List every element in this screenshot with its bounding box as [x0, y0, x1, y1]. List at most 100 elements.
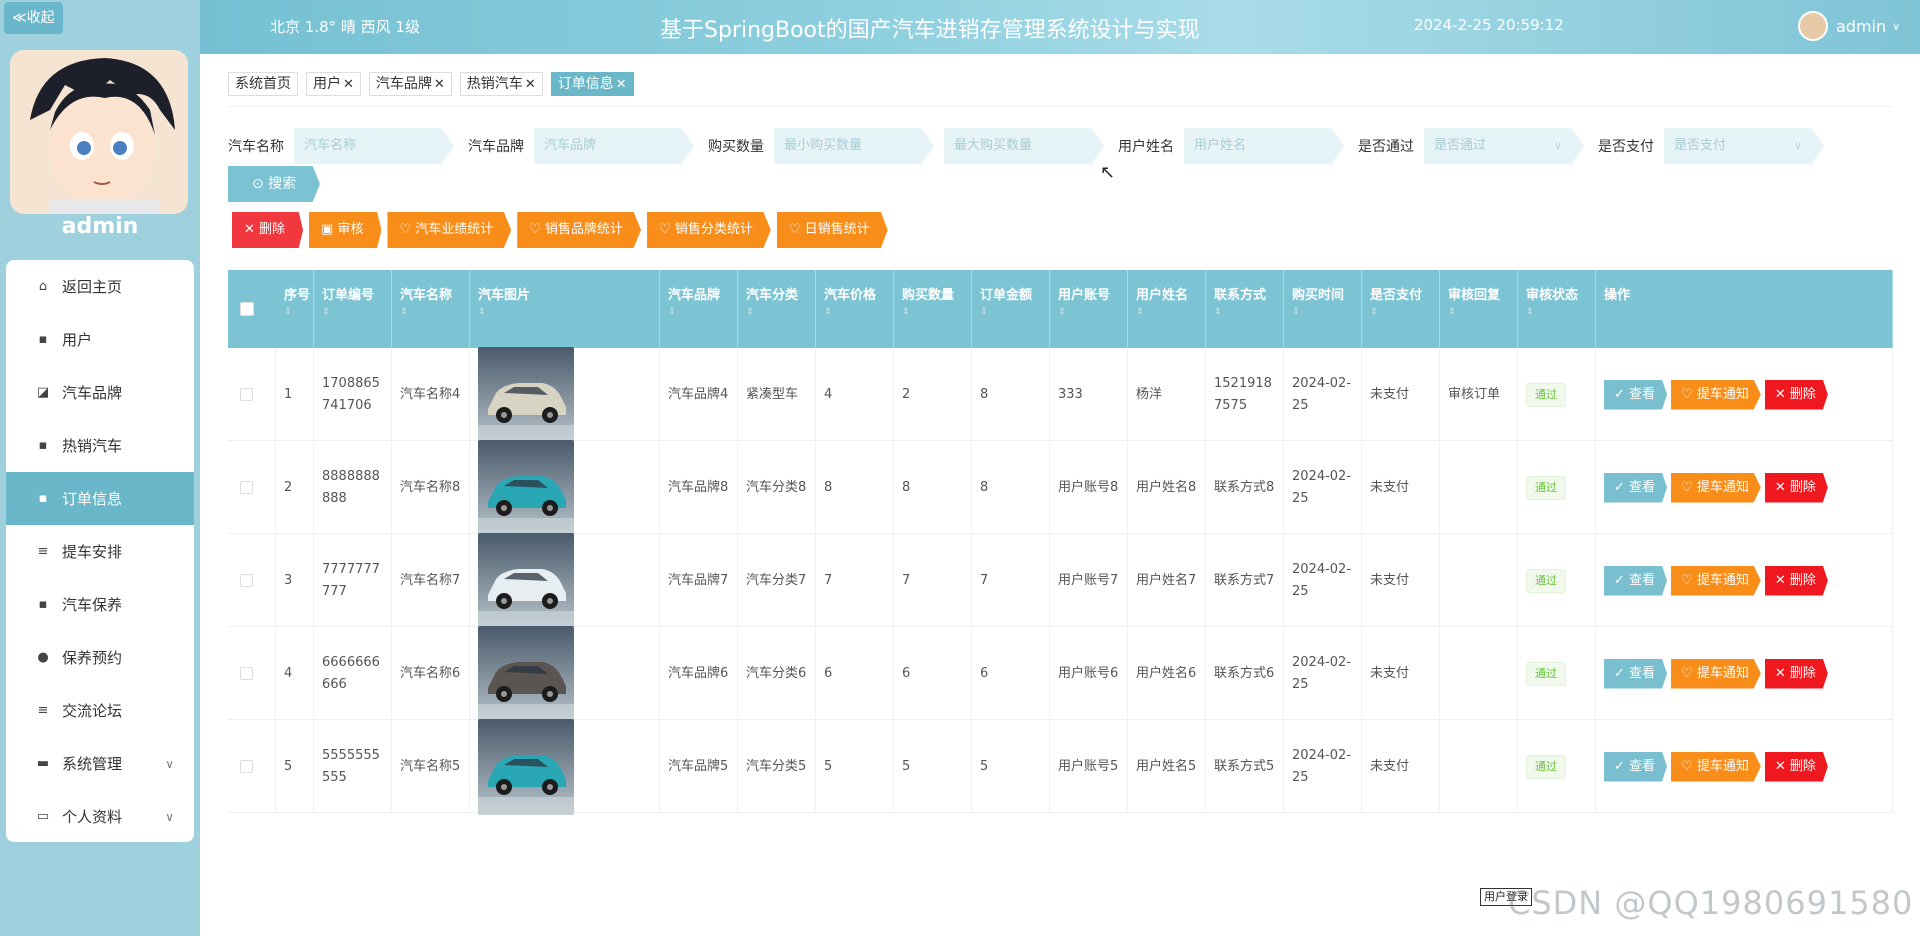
close-icon[interactable]: ✕: [616, 77, 627, 92]
column-header[interactable]: 购买时间 ⇕: [1284, 270, 1362, 348]
column-header[interactable]: 汽车品牌 ⇕: [660, 270, 738, 348]
sort-icon[interactable]: ⇕: [1370, 307, 1439, 317]
sidebar-item-pickup[interactable]: ≡ 提车安排: [6, 525, 194, 578]
paid-select[interactable]: 是否支付 ∨: [1664, 128, 1824, 164]
passed-select[interactable]: 是否通过 ∨: [1424, 128, 1584, 164]
cell-text: 1: [284, 386, 293, 402]
sort-icon[interactable]: ⇕: [824, 307, 893, 317]
row-checkbox[interactable]: [240, 760, 253, 773]
sort-icon[interactable]: ⇕: [284, 307, 313, 317]
select-all-checkbox[interactable]: [240, 302, 254, 316]
close-icon[interactable]: ✕: [525, 77, 536, 92]
pickup-notify-button[interactable]: ♡ 提车通知: [1671, 565, 1761, 596]
table-cell: 2: [894, 348, 972, 441]
column-header[interactable]: 联系方式 ⇕: [1206, 270, 1284, 348]
orders-table: 序号 ⇕ 订单编号 ⇕ 汽车名称 ⇕ 汽车图片 ⇕ 汽车品牌 ⇕ 汽车分类 ⇕ 汽车价格 ⇕ 购买数量 ⇕ 订单…: [228, 270, 1893, 936]
sidebar-item-users[interactable]: ▪ 用户: [6, 313, 194, 366]
view-button[interactable]: ✓ 查看: [1604, 472, 1668, 503]
search-button[interactable]: ⊙ 搜索: [228, 166, 320, 202]
tab-home[interactable]: 系统首页: [228, 72, 298, 96]
view-button[interactable]: ✓ 查看: [1604, 751, 1668, 782]
column-header[interactable]: 汽车图片 ⇕: [470, 270, 660, 348]
audit-button[interactable]: ▣ 审核: [309, 212, 382, 248]
column-header[interactable]: 订单金额 ⇕: [972, 270, 1050, 348]
sidebar-item-orders[interactable]: ▪ 订单信息: [6, 472, 194, 525]
collapse-button[interactable]: ≪收起: [4, 2, 63, 34]
sort-icon[interactable]: ⇕: [400, 307, 469, 317]
sort-icon[interactable]: ⇕: [1136, 307, 1205, 317]
sidebar-item-maintenance[interactable]: ▪ 汽车保养: [6, 578, 194, 631]
sort-icon[interactable]: ⇕: [322, 307, 391, 317]
pickup-notify-button[interactable]: ♡ 提车通知: [1671, 379, 1761, 410]
column-header[interactable]: 用户账号 ⇕: [1050, 270, 1128, 348]
tab-car-brand[interactable]: 汽车品牌 ✕: [368, 72, 452, 96]
daily-sales-stat-button[interactable]: ♡ 日销售统计: [776, 212, 888, 248]
view-button[interactable]: ✓ 查看: [1604, 658, 1668, 689]
sort-icon[interactable]: ⇕: [668, 307, 737, 317]
column-header-label: 序号: [284, 288, 311, 303]
cell-text: 未支付: [1370, 386, 1410, 402]
pickup-notify-button[interactable]: ♡ 提车通知: [1671, 751, 1761, 782]
sidebar-item-car-brand[interactable]: ◪ 汽车品牌: [6, 366, 194, 419]
brand-sales-stat-button[interactable]: ♡ 销售品牌统计: [517, 212, 642, 248]
delete-button[interactable]: ✕ 删除: [1764, 472, 1828, 503]
sort-icon[interactable]: ⇕: [1292, 307, 1361, 317]
column-header[interactable]: 购买数量 ⇕: [894, 270, 972, 348]
car-performance-stat-button[interactable]: ♡ 汽车业绩统计: [387, 212, 512, 248]
username-input[interactable]: 用户姓名: [1184, 128, 1344, 164]
sidebar-item-profile[interactable]: ▭ 个人资料 ∨: [6, 790, 194, 842]
sidebar-item-hot-cars[interactable]: ▪ 热销汽车: [6, 419, 194, 472]
qty-min-input[interactable]: 最小购买数量: [774, 128, 934, 164]
category-sales-stat-button[interactable]: ♡ 销售分类统计: [647, 212, 771, 248]
column-header[interactable]: 订单编号 ⇕: [314, 270, 392, 348]
tab-users[interactable]: 用户 ✕: [306, 72, 361, 96]
sidebar-item-system[interactable]: ▬ 系统管理 ∨: [6, 737, 194, 790]
sidebar-item-forum[interactable]: ≡ 交流论坛: [6, 684, 194, 737]
sort-icon[interactable]: ⇕: [1058, 307, 1127, 317]
brand-input[interactable]: 汽车品牌: [534, 128, 694, 164]
tab-hot-cars[interactable]: 热销汽车 ✕: [459, 72, 543, 96]
qty-max-input[interactable]: 最大购买数量: [944, 128, 1104, 164]
delete-button[interactable]: ✕ 删除: [1764, 565, 1828, 596]
sort-icon[interactable]: ⇕: [902, 307, 971, 317]
column-header[interactable]: 是否支付 ⇕: [1362, 270, 1440, 348]
user-menu[interactable]: admin ∨: [1798, 11, 1900, 41]
column-header[interactable]: 用户姓名 ⇕: [1128, 270, 1206, 348]
sort-icon[interactable]: ⇕: [478, 307, 659, 317]
cell-text: 联系方式5: [1214, 758, 1275, 774]
sort-icon[interactable]: ⇕: [1448, 307, 1517, 317]
delete-button[interactable]: ✕ 删除: [1764, 379, 1828, 410]
cell-text: 联系方式7: [1214, 572, 1275, 588]
close-icon[interactable]: ✕: [434, 77, 445, 92]
pickup-notify-button[interactable]: ♡ 提车通知: [1671, 658, 1761, 689]
sort-icon[interactable]: ⇕: [1526, 307, 1595, 317]
cell-text: 用户姓名5: [1136, 758, 1197, 774]
pickup-notify-button[interactable]: ♡ 提车通知: [1671, 472, 1761, 503]
paid-select-value: 是否支付: [1674, 138, 1727, 153]
row-checkbox[interactable]: [240, 574, 253, 587]
column-header[interactable]: 操作: [1596, 270, 1893, 348]
sort-icon[interactable]: ⇕: [746, 307, 815, 317]
sidebar-item-appointment[interactable]: ● 保养预约: [6, 631, 194, 684]
column-header[interactable]: 序号 ⇕: [276, 270, 314, 348]
delete-button[interactable]: ✕ 删除: [1764, 658, 1828, 689]
batch-delete-button[interactable]: ✕ 删除: [232, 212, 304, 248]
status-badge: 通过: [1526, 661, 1566, 686]
column-header[interactable]: 审核状态 ⇕: [1518, 270, 1596, 348]
car-name-input[interactable]: 汽车名称: [294, 128, 454, 164]
view-button[interactable]: ✓ 查看: [1604, 379, 1668, 410]
delete-button[interactable]: ✕ 删除: [1764, 751, 1828, 782]
sidebar-item-home[interactable]: ⌂ 返回主页: [6, 260, 194, 313]
column-header[interactable]: 审核回复 ⇕: [1440, 270, 1518, 348]
close-icon[interactable]: ✕: [343, 77, 354, 92]
column-header[interactable]: 汽车分类 ⇕: [738, 270, 816, 348]
column-header[interactable]: 汽车价格 ⇕: [816, 270, 894, 348]
row-checkbox[interactable]: [240, 388, 253, 401]
sort-icon[interactable]: ⇕: [1214, 307, 1283, 317]
sort-icon[interactable]: ⇕: [980, 307, 1049, 317]
tab-orders[interactable]: 订单信息 ✕: [550, 72, 634, 96]
view-button[interactable]: ✓ 查看: [1604, 565, 1668, 596]
row-checkbox[interactable]: [240, 667, 253, 680]
row-checkbox[interactable]: [240, 481, 253, 494]
column-header[interactable]: 汽车名称 ⇕: [392, 270, 470, 348]
